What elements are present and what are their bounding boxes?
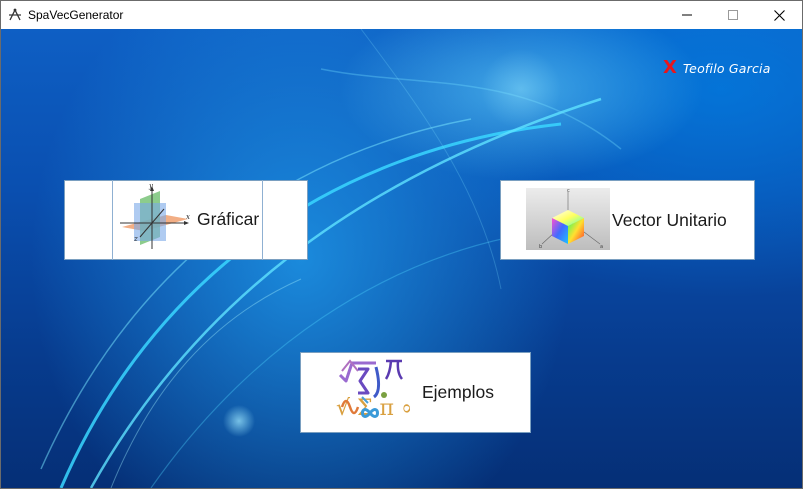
- ejemplos-button[interactable]: √ Σ π ∞ Ejemplos: [300, 352, 531, 433]
- maximize-icon: [728, 10, 738, 20]
- app-icon: [9, 8, 21, 21]
- graficar-button-face: y x z Gráficar: [112, 180, 263, 260]
- author-name: Teofilo Garcia: [682, 60, 771, 76]
- svg-text:z: z: [133, 235, 138, 243]
- graficar-button[interactable]: y x z Gráficar: [64, 180, 308, 260]
- svg-text:b: b: [539, 244, 542, 250]
- svg-text:x: x: [186, 213, 190, 221]
- graficar-label: Gráficar: [197, 209, 260, 229]
- vector-unitario-label: Vector Unitario: [612, 210, 727, 230]
- title-bar[interactable]: SpaVecGenerator: [1, 1, 802, 29]
- author-credit: X Teofilo Garcia: [663, 59, 771, 77]
- ejemplos-label: Ejemplos: [422, 382, 494, 402]
- maximize-button[interactable]: [710, 1, 756, 29]
- vector-unitario-button[interactable]: c b a Vector Unitario: [500, 180, 755, 260]
- close-icon: [773, 9, 785, 21]
- math-symbols-icon: √ Σ π ∞: [336, 359, 410, 421]
- app-window: SpaVecGenerator X Teofilo Garcia y x z G…: [0, 0, 803, 489]
- main-panel: X Teofilo Garcia y x z Gráficar c b a Ve…: [1, 29, 802, 488]
- author-close-mark[interactable]: X: [663, 59, 677, 77]
- window-title: SpaVecGenerator: [28, 8, 124, 22]
- minimize-button[interactable]: [664, 1, 710, 29]
- 3d-axes-planes-icon: y x z: [120, 183, 190, 249]
- close-button[interactable]: [756, 1, 802, 29]
- svg-text:c: c: [567, 188, 570, 194]
- minimize-icon: [682, 14, 692, 16]
- rgb-color-cube-icon: c b a: [526, 188, 610, 250]
- svg-text:a: a: [600, 244, 603, 250]
